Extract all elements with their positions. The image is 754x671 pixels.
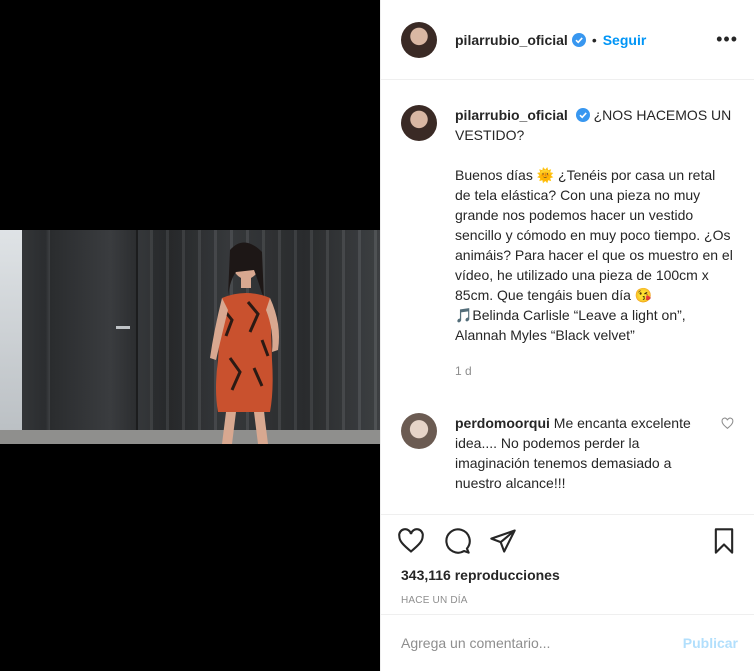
commenter-avatar[interactable] xyxy=(401,413,437,449)
share-paper-plane-icon[interactable] xyxy=(489,527,517,555)
comments-list[interactable]: pilarrubio_oficial ¿NOS HACEMOS UN VESTI… xyxy=(381,81,754,514)
comment-item: perdomoorqui Me encanta excelente idea..… xyxy=(401,413,734,493)
follow-button[interactable]: Seguir xyxy=(603,32,647,48)
caption-row: pilarrubio_oficial ¿NOS HACEMOS UN VESTI… xyxy=(401,105,734,381)
video-scene-door-handle xyxy=(116,326,130,329)
post-age[interactable]: HACE UN DÍA xyxy=(397,595,738,606)
video-scene-window xyxy=(0,230,22,444)
video-scene-door xyxy=(50,230,138,444)
comment-text-block: perdomoorqui Me encanta excelente idea..… xyxy=(455,413,709,493)
post-panel: pilarrubio_oficial • Seguir ••• pilarrub… xyxy=(380,0,754,671)
comment-bubble-icon[interactable] xyxy=(443,527,471,555)
video-person-figure xyxy=(210,242,279,444)
post-comment-button[interactable]: Publicar xyxy=(683,635,738,651)
comment-input[interactable] xyxy=(401,635,683,651)
caption-timestamp[interactable]: 1 d xyxy=(455,361,734,381)
separator-dot: • xyxy=(591,31,597,48)
post-header: pilarrubio_oficial • Seguir ••• xyxy=(381,0,754,80)
caption-verified-badge-icon xyxy=(575,108,590,122)
comment-like-icon[interactable] xyxy=(721,417,734,430)
verified-badge-icon xyxy=(571,32,586,47)
action-bar: 343,116 reproducciones HACE UN DÍA xyxy=(381,514,754,606)
comment-composer: Publicar xyxy=(381,614,754,671)
caption-author-avatar[interactable] xyxy=(401,105,437,141)
views-count[interactable]: 343,116 reproducciones xyxy=(397,567,738,583)
author-username[interactable]: pilarrubio_oficial xyxy=(455,32,568,48)
video-pane[interactable] xyxy=(0,0,380,671)
author-avatar[interactable] xyxy=(401,21,437,58)
video-player[interactable] xyxy=(0,230,380,444)
more-options-icon[interactable]: ••• xyxy=(716,29,738,50)
caption-text-block: pilarrubio_oficial ¿NOS HACEMOS UN VESTI… xyxy=(455,105,734,381)
like-heart-icon[interactable] xyxy=(397,527,425,555)
action-icons xyxy=(397,521,738,561)
caption-body: Buenos días 🌞 ¿Tenéis por casa un retal … xyxy=(455,167,733,343)
caption-author-username[interactable]: pilarrubio_oficial xyxy=(455,107,568,123)
commenter-username[interactable]: perdomoorqui xyxy=(455,415,550,431)
save-bookmark-icon[interactable] xyxy=(710,527,738,555)
